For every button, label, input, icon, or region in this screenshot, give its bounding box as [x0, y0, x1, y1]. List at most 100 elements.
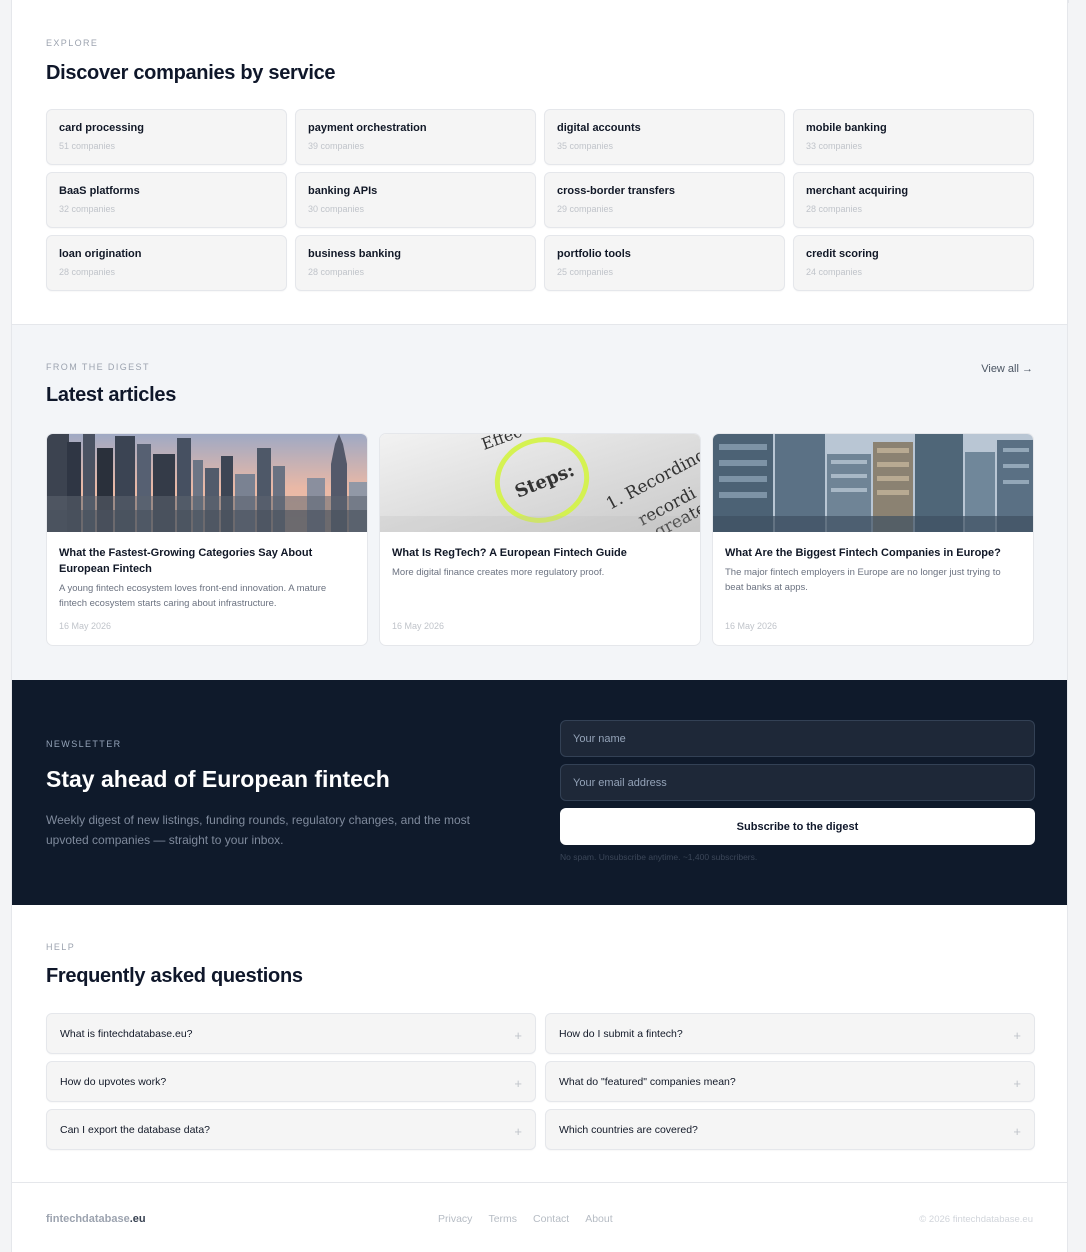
- logo-main: fintechdatabase: [46, 1213, 130, 1225]
- service-count: 32 companies: [59, 204, 116, 214]
- service-card[interactable]: business banking 28 companies: [295, 235, 536, 291]
- faq-question: How do I submit a fintech?: [559, 1027, 683, 1040]
- faq-item[interactable]: Can I export the database data? +: [46, 1109, 536, 1150]
- service-name: portfolio tools: [557, 248, 631, 260]
- email-input[interactable]: [560, 764, 1035, 801]
- service-card[interactable]: card processing 51 companies: [46, 109, 287, 165]
- faq-item[interactable]: What do "featured" companies mean? +: [545, 1061, 1035, 1102]
- service-count: 28 companies: [806, 204, 863, 214]
- service-name: banking APIs: [308, 185, 378, 197]
- newsletter-eyebrow: NEWSLETTER: [46, 739, 122, 749]
- service-card[interactable]: banking APIs 30 companies: [295, 172, 536, 228]
- footer-nav: Privacy Terms Contact About: [438, 1213, 613, 1225]
- article-card[interactable]: What Are the Biggest Fintech Companies i…: [712, 433, 1034, 646]
- service-name: payment orchestration: [308, 122, 427, 134]
- footer-logo[interactable]: fintechdatabase.eu: [46, 1213, 146, 1225]
- plus-icon: +: [1013, 1124, 1021, 1139]
- articles-grid: What the Fastest-Growing Categories Say …: [46, 433, 1035, 646]
- service-count: 33 companies: [806, 141, 863, 151]
- page: EXPLORE Discover companies by service ca…: [11, 0, 1069, 1252]
- footer-link-privacy[interactable]: Privacy: [438, 1213, 472, 1225]
- article-title: What Is RegTech? A European Fintech Guid…: [392, 547, 627, 559]
- service-count: 51 companies: [59, 141, 116, 151]
- service-card[interactable]: merchant acquiring 28 companies: [793, 172, 1034, 228]
- faq-section: HELP Frequently asked questions What is …: [12, 905, 1067, 1183]
- article-card[interactable]: Effec Steps: 1. Recording recordi greate…: [379, 433, 701, 646]
- faq-title: Frequently asked questions: [46, 965, 303, 987]
- article-excerpt: More digital finance creates more regula…: [392, 567, 605, 578]
- service-name: cross-border transfers: [557, 185, 675, 197]
- faq-question: What is fintechdatabase.eu?: [60, 1027, 193, 1040]
- article-date: 16 May 2026: [392, 621, 445, 631]
- articles-eyebrow: FROM THE DIGEST: [46, 362, 150, 372]
- articles-title: Latest articles: [46, 384, 177, 406]
- article-card[interactable]: What the Fastest-Growing Categories Say …: [46, 433, 368, 646]
- plus-icon: +: [1013, 1028, 1021, 1043]
- faq-question: Can I export the database data?: [60, 1123, 211, 1136]
- city-skyline-image: [47, 434, 367, 532]
- plus-icon: +: [514, 1076, 522, 1091]
- service-count: 30 companies: [308, 204, 365, 214]
- subscribe-button[interactable]: Subscribe to the digest: [560, 808, 1035, 845]
- newsletter-note: No spam. Unsubscribe anytime. ~1,400 sub…: [560, 852, 758, 862]
- service-count: 35 companies: [557, 141, 614, 151]
- article-excerpt: A young fintech ecosystem loves front-en…: [59, 583, 327, 609]
- footer-link-terms[interactable]: Terms: [488, 1213, 517, 1225]
- service-count: 29 companies: [557, 204, 614, 214]
- articles-section: FROM THE DIGEST Latest articles View all…: [12, 325, 1067, 680]
- service-card[interactable]: portfolio tools 25 companies: [544, 235, 785, 291]
- services-eyebrow: EXPLORE: [46, 38, 99, 48]
- service-count: 24 companies: [806, 267, 863, 277]
- service-count: 25 companies: [557, 267, 614, 277]
- faq-question: What do "featured" companies mean?: [559, 1075, 736, 1088]
- highlighted-document-image: Effec Steps: 1. Recording recordi greate: [380, 434, 700, 532]
- plus-icon: +: [514, 1028, 522, 1043]
- service-card[interactable]: mobile banking 33 companies: [793, 109, 1034, 165]
- newsletter-title: Stay ahead of European fintech: [46, 766, 390, 792]
- article-excerpt: The major fintech employers in Europe ar…: [725, 567, 1001, 593]
- footer-link-about[interactable]: About: [585, 1213, 612, 1225]
- service-count: 28 companies: [59, 267, 116, 277]
- services-grid: card processing 51 companies payment orch…: [46, 109, 1035, 291]
- article-date: 16 May 2026: [59, 621, 112, 631]
- name-input[interactable]: [560, 720, 1035, 757]
- service-count: 28 companies: [308, 267, 365, 277]
- service-name: merchant acquiring: [806, 185, 909, 197]
- service-name: card processing: [59, 122, 144, 134]
- services-section: EXPLORE Discover companies by service ca…: [12, 0, 1067, 325]
- service-name: digital accounts: [557, 122, 641, 134]
- footer: fintechdatabase.eu Privacy Terms Contact…: [12, 1184, 1067, 1252]
- article-title: What the Fastest-Growing Categories Say …: [59, 547, 313, 575]
- plus-icon: +: [1013, 1076, 1021, 1091]
- article-date: 16 May 2026: [725, 621, 778, 631]
- glass-buildings-image: [713, 434, 1033, 532]
- faq-eyebrow: HELP: [46, 942, 76, 952]
- faq-item[interactable]: How do upvotes work? +: [46, 1061, 536, 1102]
- service-card[interactable]: cross-border transfers 29 companies: [544, 172, 785, 228]
- faq-item[interactable]: What is fintechdatabase.eu? +: [46, 1013, 536, 1054]
- service-name: credit scoring: [806, 248, 879, 260]
- service-card[interactable]: BaaS platforms 32 companies: [46, 172, 287, 228]
- faq-grid: What is fintechdatabase.eu? + How do I su…: [46, 1013, 1035, 1150]
- logo-tld: .eu: [129, 1213, 146, 1225]
- service-card[interactable]: loan origination 28 companies: [46, 235, 287, 291]
- faq-item[interactable]: Which countries are covered? +: [545, 1109, 1035, 1150]
- faq-question: Which countries are covered?: [559, 1123, 698, 1136]
- service-count: 39 companies: [308, 141, 365, 151]
- plus-icon: +: [514, 1124, 522, 1139]
- footer-link-contact[interactable]: Contact: [533, 1213, 569, 1225]
- newsletter-section: NEWSLETTER Stay ahead of European fintec…: [12, 680, 1067, 905]
- service-card[interactable]: payment orchestration 39 companies: [295, 109, 536, 165]
- newsletter-description: Weekly digest of new listings, funding r…: [46, 813, 471, 847]
- service-card[interactable]: digital accounts 35 companies: [544, 109, 785, 165]
- service-name: business banking: [308, 248, 401, 260]
- service-name: loan origination: [59, 248, 142, 260]
- service-name: mobile banking: [806, 122, 887, 134]
- faq-item[interactable]: How do I submit a fintech? +: [545, 1013, 1035, 1054]
- faq-question: How do upvotes work?: [60, 1075, 167, 1088]
- view-all-link[interactable]: View all →: [981, 363, 1033, 375]
- article-title: What Are the Biggest Fintech Companies i…: [725, 547, 1001, 559]
- service-card[interactable]: credit scoring 24 companies: [793, 235, 1034, 291]
- services-title: Discover companies by service: [46, 62, 336, 84]
- copyright: © 2026 fintechdatabase.eu: [919, 1214, 1033, 1225]
